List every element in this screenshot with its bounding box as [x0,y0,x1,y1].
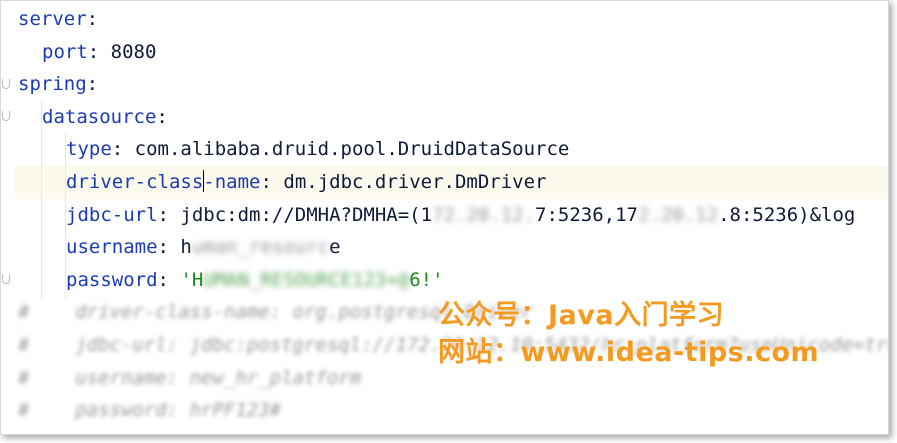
yaml-value: jdbc:dm://DMHA?DMHA=(1 [180,203,433,226]
yaml-key: -name [203,171,261,193]
redacted-text: 72.20.12. [432,203,536,226]
yaml-value: .8:5236)&log [718,203,856,226]
yaml-key: spring [18,73,87,96]
redacted-text: 2.20.12 [637,203,719,226]
watermark-line-2: 网站：www.idea-tips.com [438,337,820,368]
yaml-key: type [66,138,112,161]
yaml-string: 'H [180,268,204,291]
yaml-line-type: type: com.alibaba.druid.pool.DruidDataSo… [66,138,570,161]
editor-gutter [1,1,15,434]
window-frame: server: port: 8080 spring: datasource: t… [0,0,889,435]
yaml-value: com.alibaba.druid.pool.DruidDataSource [134,138,570,161]
comment-line: # password: hrPF123# [18,399,282,422]
yaml-string: 6!' [409,268,444,291]
yaml-value: dm.jdbc.driver.DmDriver [283,171,547,193]
yaml-line-driver-class-name: driver-class-name: dm.jdbc.driver.DmDriv… [66,170,547,193]
yaml-line-username: username: human_resource [66,236,341,259]
redacted-text: UMAN_RESOURCE123+@ [203,268,410,291]
yaml-key: password [66,268,158,291]
yaml-line-server: server: [18,8,99,30]
yaml-value: e [329,236,341,259]
yaml-key: driver-class [66,171,204,193]
fold-marker-icon[interactable] [2,274,10,284]
yaml-value: 7:5236,17 [535,203,638,226]
yaml-line-password: password: 'HUMAN_RESOURCE123+@6!' [66,268,444,291]
yaml-line-jdbc-url: jdbc-url: jdbc:dm://DMHA?DMHA=(172.20.12… [66,203,856,226]
yaml-value: h [180,236,192,259]
yaml-key: port [42,40,88,63]
yaml-key: username [66,236,158,259]
redacted-text: uman_resourc [191,236,330,259]
fold-marker-icon[interactable] [2,79,10,89]
yaml-value: 8080 [110,40,157,63]
yaml-line-datasource: datasource: [42,105,168,128]
yaml-key: server [18,8,87,30]
yaml-key: jdbc-url [66,203,158,226]
yaml-line-port: port: 8080 [42,40,157,63]
code-editor[interactable]: server: port: 8080 spring: datasource: t… [1,1,888,434]
fold-marker-icon[interactable] [2,111,10,121]
watermark-line-1: 公众号：Java入门学习 [438,300,725,331]
yaml-line-spring: spring: [18,73,99,96]
yaml-key: datasource [42,105,157,128]
